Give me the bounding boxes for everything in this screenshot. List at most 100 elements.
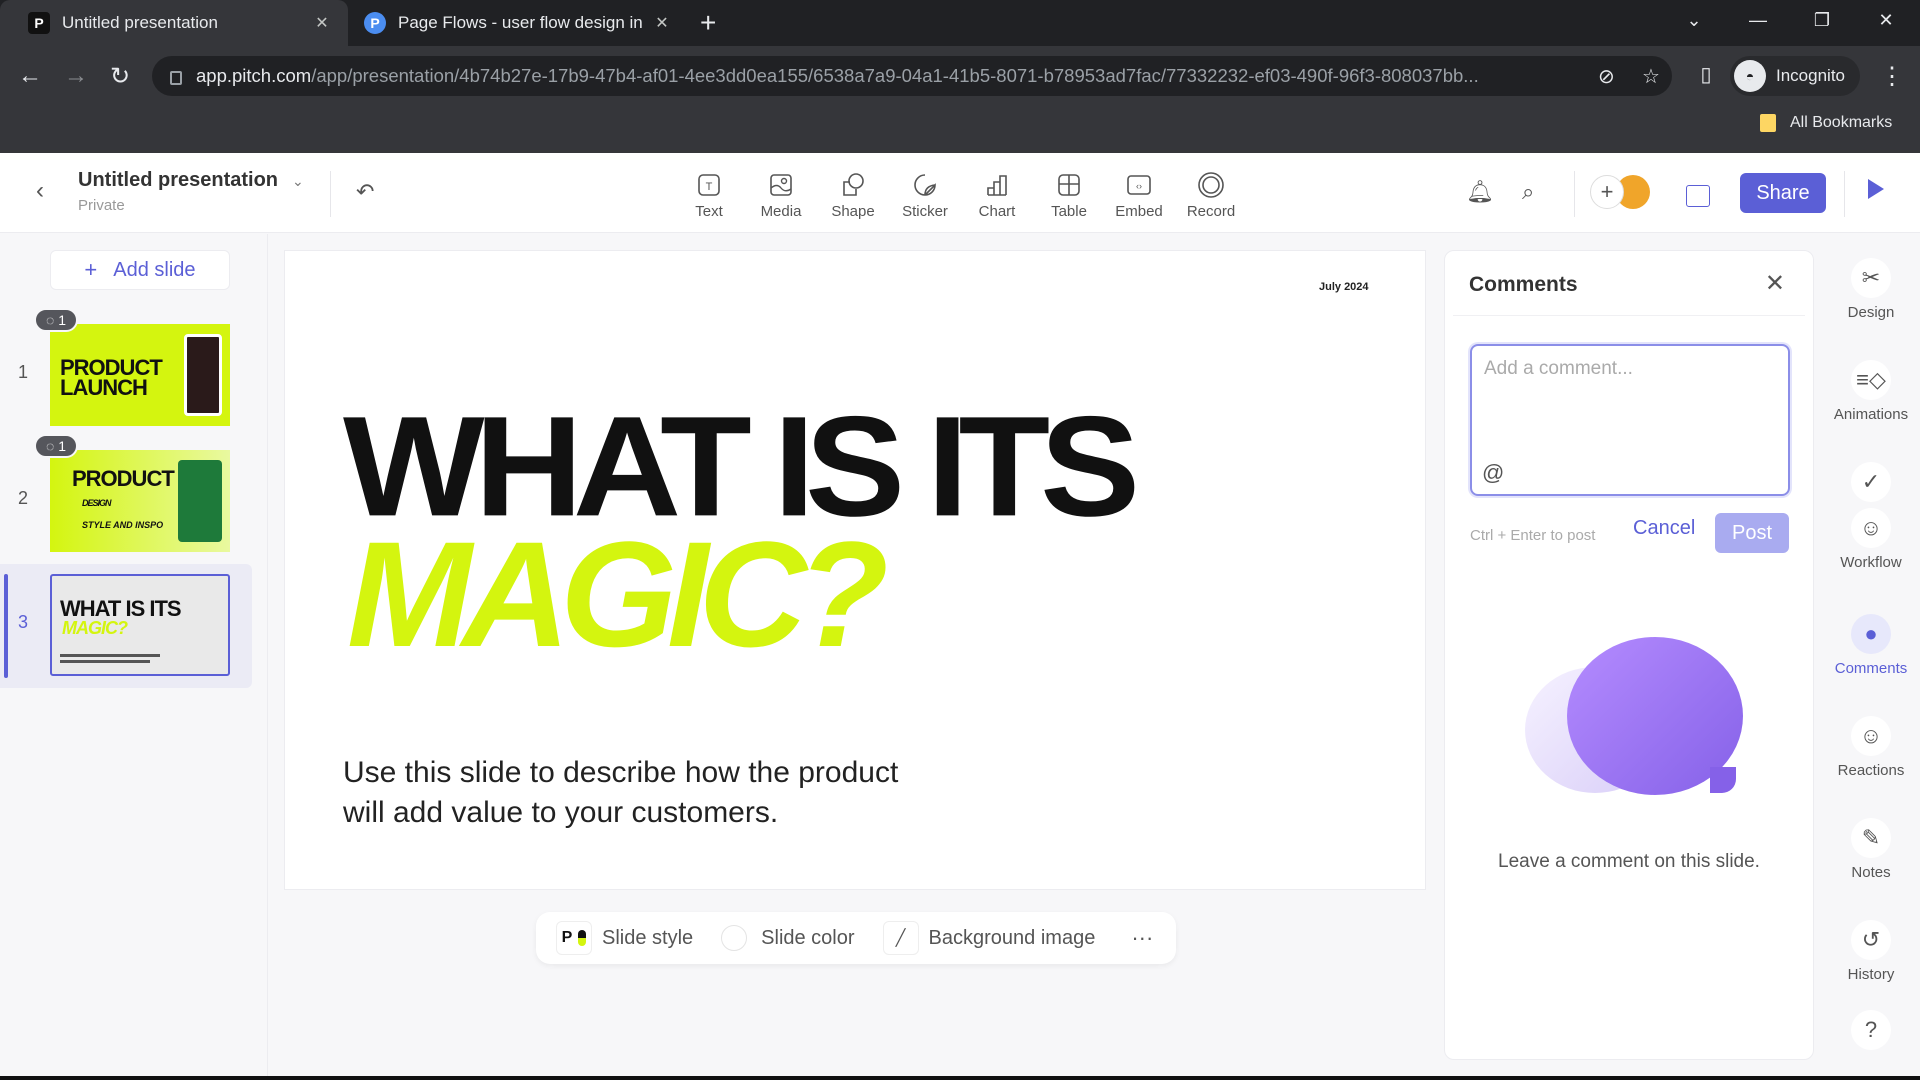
- rail-notes[interactable]: ✎ Notes: [1822, 818, 1920, 881]
- slide-thumbnail-2[interactable]: 2 ◌ 1 PRODUCT DESIGN STYLE AND INSPO: [0, 434, 252, 564]
- slide-style-button[interactable]: P Slide style: [556, 921, 693, 955]
- svg-text:‹›: ‹›: [1136, 181, 1142, 191]
- tool-table[interactable]: Table: [1038, 171, 1100, 220]
- restore-button[interactable]: ❐: [1792, 0, 1852, 40]
- back-icon[interactable]: ←: [14, 62, 46, 90]
- slide-number: 3: [18, 612, 29, 632]
- menu-icon[interactable]: ⋮: [1876, 62, 1908, 91]
- incognito-icon: ◓: [1734, 60, 1766, 92]
- rail-workflow[interactable]: ✓ ☺ Workflow: [1822, 462, 1920, 571]
- undo-icon[interactable]: ↶: [356, 179, 374, 205]
- star-icon[interactable]: ☆: [1642, 64, 1660, 89]
- color-swatch-icon: [721, 925, 748, 951]
- thumb-body-line: [60, 654, 160, 657]
- reload-icon[interactable]: ↻: [104, 62, 136, 91]
- background-image-button[interactable]: ╱ Background image: [882, 921, 1096, 955]
- app-header: ‹ Untitled presentation ⌄ Private ↶ T Tex…: [0, 153, 1920, 233]
- rail-design[interactable]: ✂ Design: [1822, 258, 1920, 321]
- slide-date[interactable]: July 2024: [1319, 281, 1369, 293]
- background-image-label: Background image: [928, 926, 1096, 949]
- rail-label: Design: [1847, 304, 1895, 321]
- presentation-title[interactable]: Untitled presentation ⌄: [78, 169, 304, 192]
- search-icon[interactable]: ⌕: [1522, 179, 1534, 205]
- embed-icon: ‹›: [1127, 175, 1151, 195]
- slide-thumbnail-1[interactable]: 1 ◌ 1 PRODUCT LAUNCH: [0, 308, 252, 438]
- tool-text[interactable]: T Text: [678, 171, 740, 220]
- history-icon: ↺: [1851, 920, 1891, 960]
- bell-icon[interactable]: 🔔︎: [1466, 179, 1494, 205]
- slide-thumbnail-3[interactable]: 3 WHAT IS ITS MAGIC?: [0, 564, 252, 688]
- rail-label: History: [1847, 966, 1895, 983]
- thumb-subtitle: DESIGN: [82, 498, 111, 508]
- rail-reactions[interactable]: ☺ Reactions: [1822, 716, 1920, 779]
- thumb-title: PRODUCT LAUNCH: [60, 357, 163, 400]
- close-window-button[interactable]: ✕: [1856, 0, 1916, 40]
- slide-sidebar: + Add slide 1 ◌ 1 PRODUCT LAUNCH 2 ◌ 1 PR…: [0, 234, 268, 1080]
- comment-count-badge[interactable]: ◌ 1: [34, 308, 78, 332]
- thumb-line: LAUNCH: [60, 375, 148, 400]
- side-panel-icon[interactable]: ▯: [1690, 62, 1722, 87]
- tool-label: Table: [1051, 203, 1087, 220]
- empty-state-text: Leave a comment on this slide.: [1498, 851, 1760, 872]
- share-button[interactable]: Share: [1740, 173, 1826, 213]
- text-icon: T: [698, 174, 720, 196]
- tool-shape[interactable]: Shape: [822, 171, 884, 220]
- tool-sticker[interactable]: Sticker: [894, 171, 956, 220]
- address-bar[interactable]: app.pitch.com/app/presentation/4b74b27e-…: [152, 56, 1672, 96]
- post-button[interactable]: Post: [1715, 513, 1789, 553]
- close-tab-icon[interactable]: ✕: [650, 13, 674, 33]
- comments-icon: ●: [1851, 614, 1891, 654]
- table-icon: [1058, 174, 1080, 196]
- right-rail: ✂ Design ≡◇ Animations ✓ ☺ Workflow ● Co…: [1822, 234, 1920, 1080]
- tool-label: Sticker: [902, 203, 948, 220]
- close-tab-icon[interactable]: ✕: [310, 13, 334, 33]
- rail-label: Animations: [1833, 406, 1909, 423]
- close-icon[interactable]: ✕: [1765, 269, 1785, 298]
- notes-icon: ✎: [1851, 818, 1891, 858]
- incognito-badge[interactable]: ◓ Incognito: [1730, 56, 1860, 96]
- comment-count-badge[interactable]: ◌ 1: [34, 434, 78, 458]
- divider: [1574, 171, 1575, 217]
- no-image-icon: ╱: [882, 921, 919, 955]
- thumb-subtitle: STYLE AND INSPO: [82, 520, 164, 530]
- tab-search-icon[interactable]: ⌄: [1664, 0, 1724, 40]
- slide-canvas[interactable]: July 2024 WHAT IS ITS MAGIC? Use this sl…: [284, 250, 1426, 890]
- slide-heading-highlight[interactable]: MAGIC?: [347, 519, 889, 669]
- rail-help[interactable]: ?: [1822, 1010, 1920, 1056]
- help-icon: ?: [1851, 1010, 1891, 1050]
- invite-collaborator-button[interactable]: +: [1590, 175, 1624, 209]
- new-tab-button[interactable]: +: [700, 8, 716, 38]
- privacy-label: Private: [78, 197, 125, 214]
- forward-icon[interactable]: →: [60, 62, 92, 90]
- comment-input[interactable]: [1484, 358, 1774, 448]
- browser-tab-active[interactable]: P Untitled presentation ✕: [0, 0, 348, 46]
- more-options-icon[interactable]: ···: [1131, 925, 1153, 951]
- browser-chrome: P Untitled presentation ✕ P Page Flows -…: [0, 0, 1920, 153]
- slide-body-text[interactable]: Use this slide to describe how the produ…: [343, 753, 1043, 833]
- minimize-button[interactable]: —: [1728, 0, 1788, 40]
- rail-history[interactable]: ↺ History: [1822, 920, 1920, 983]
- mention-icon[interactable]: @: [1482, 460, 1504, 486]
- tool-embed[interactable]: ‹› Embed: [1108, 171, 1170, 220]
- eye-off-icon[interactable]: ⊘: [1598, 64, 1615, 89]
- all-bookmarks[interactable]: All Bookmarks: [1760, 114, 1892, 132]
- url-text[interactable]: app.pitch.com/app/presentation/4b74b27e-…: [196, 65, 1596, 87]
- url-path: /app/presentation/4b74b27e-17b9-47b4-af0…: [311, 65, 1479, 86]
- chevron-down-icon[interactable]: ⌄: [292, 173, 304, 189]
- pageflows-icon: P: [364, 12, 386, 34]
- add-slide-label: Add slide: [113, 258, 196, 281]
- rail-animations[interactable]: ≡◇ Animations: [1822, 360, 1920, 423]
- tool-chart[interactable]: Chart: [966, 171, 1028, 220]
- animations-icon: ≡◇: [1851, 360, 1891, 400]
- rail-comments[interactable]: ● Comments: [1822, 614, 1920, 677]
- present-play-icon[interactable]: [1868, 179, 1884, 199]
- back-chevron-icon[interactable]: ‹: [36, 177, 44, 205]
- collaborators: +: [1590, 175, 1650, 209]
- tool-record[interactable]: Record: [1180, 171, 1242, 220]
- slide-color-button[interactable]: Slide color: [721, 925, 855, 951]
- analytics-icon[interactable]: [1686, 185, 1710, 207]
- cancel-button[interactable]: Cancel: [1633, 517, 1695, 540]
- add-slide-button[interactable]: + Add slide: [50, 250, 230, 290]
- tool-media[interactable]: Media: [750, 171, 812, 220]
- browser-tab[interactable]: P Page Flows - user flow design in ✕: [348, 0, 688, 46]
